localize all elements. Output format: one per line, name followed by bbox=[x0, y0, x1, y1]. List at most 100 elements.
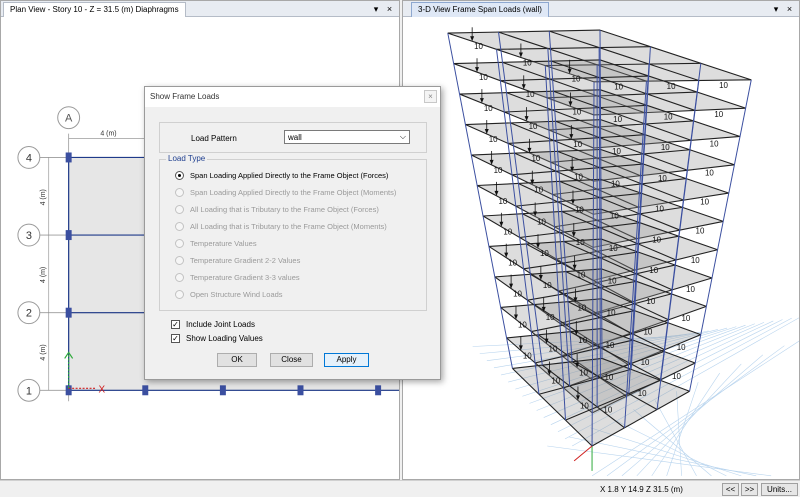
option-tributary-moments[interactable]: All Loading that is Tributary to the Fra… bbox=[175, 221, 387, 232]
option-label: Temperature Gradient 2-2 Values bbox=[190, 256, 301, 265]
dialog-titlebar[interactable]: Show Frame Loads × bbox=[145, 87, 440, 107]
load-value-label: 10 bbox=[652, 235, 661, 244]
load-value-label: 10 bbox=[508, 259, 517, 268]
joint[interactable] bbox=[65, 307, 72, 318]
load-type-group: Load Type Span Loading Applied Directly … bbox=[159, 154, 427, 311]
load-value-label: 10 bbox=[540, 249, 549, 258]
load-value-label: 10 bbox=[523, 58, 532, 67]
include-joint-loads-checkbox[interactable]: ✓ Include Joint Loads bbox=[171, 319, 255, 330]
plan-view-tab[interactable]: Plan View - Story 10 - Z = 31.5 (m) Diap… bbox=[3, 2, 186, 17]
tab-close-icon[interactable]: × bbox=[384, 2, 395, 16]
plan-view-tab-controls: ▾ × bbox=[370, 2, 395, 16]
load-pattern-group: Load Pattern wall ⌵ bbox=[159, 122, 427, 153]
previous-button[interactable]: << bbox=[722, 483, 739, 496]
grid-label-a: A bbox=[65, 113, 73, 125]
cursor-coordinates: X 1.8 Y 14.9 Z 31.5 (m) bbox=[600, 485, 683, 494]
next-button[interactable]: >> bbox=[741, 483, 758, 496]
load-value-label: 10 bbox=[658, 174, 667, 183]
ground-grid-line bbox=[547, 445, 772, 477]
radio-button[interactable] bbox=[175, 239, 184, 248]
load-value-label: 10 bbox=[646, 297, 655, 306]
option-span-forces[interactable]: Span Loading Applied Directly to the Fra… bbox=[175, 170, 388, 181]
load-value-label: 10 bbox=[576, 238, 585, 247]
load-value-label: 10 bbox=[667, 82, 676, 91]
tab-menu-icon[interactable]: ▾ bbox=[370, 2, 381, 16]
load-value-label: 10 bbox=[700, 198, 709, 207]
model-3d-drawing[interactable]: 10 10 10 10 10 10 10 10 10 10 10 10 10 10 10 10 10 10 10 10… bbox=[403, 17, 799, 480]
joint[interactable] bbox=[142, 385, 149, 396]
show-loading-values-checkbox[interactable]: ✓ Show Loading Values bbox=[171, 333, 263, 344]
load-value-label: 10 bbox=[580, 401, 589, 410]
load-value-label: 10 bbox=[546, 313, 555, 322]
load-pattern-select[interactable]: wall ⌵ bbox=[284, 130, 410, 144]
load-value-label: 10 bbox=[686, 285, 695, 294]
load-value-label: 10 bbox=[577, 271, 586, 280]
option-tributary-forces[interactable]: All Loading that is Tributary to the Fra… bbox=[175, 204, 379, 215]
units-button[interactable]: Units... bbox=[761, 483, 798, 496]
tab-menu-icon[interactable]: ▾ bbox=[770, 2, 781, 16]
ok-button[interactable]: OK bbox=[217, 353, 257, 367]
option-temp-gradient-22[interactable]: Temperature Gradient 2-2 Values bbox=[175, 255, 300, 266]
radio-button[interactable] bbox=[175, 171, 184, 180]
joint[interactable] bbox=[219, 385, 226, 396]
status-bar: X 1.8 Y 14.9 Z 31.5 (m) << >> Units... bbox=[0, 480, 800, 497]
load-value-label: 10 bbox=[644, 327, 653, 336]
load-value-label: 10 bbox=[608, 276, 617, 285]
load-value-label: 10 bbox=[609, 244, 618, 253]
load-value-label: 10 bbox=[572, 107, 581, 116]
load-value-label: 10 bbox=[664, 113, 673, 122]
load-value-label: 10 bbox=[579, 369, 588, 378]
ground-grid-line bbox=[611, 418, 727, 477]
load-value-label: 10 bbox=[534, 186, 543, 195]
radio-button[interactable] bbox=[175, 256, 184, 265]
option-span-moments[interactable]: Span Loading Applied Directly to the Fra… bbox=[175, 187, 396, 198]
view-3d-pane[interactable]: 3-D View Frame Span Loads (wall) ▾ × 10 1… bbox=[402, 0, 800, 480]
load-value-label: 10 bbox=[714, 110, 723, 119]
view-3d-tab-controls: ▾ × bbox=[770, 2, 795, 16]
load-value-label: 10 bbox=[513, 290, 522, 299]
load-value-label: 10 bbox=[543, 281, 552, 290]
load-value-label: 10 bbox=[575, 205, 584, 214]
checkmark-icon[interactable]: ✓ bbox=[171, 320, 180, 329]
close-button[interactable]: Close bbox=[270, 353, 313, 367]
dimension-horizontal: 4 (m) bbox=[100, 131, 116, 138]
load-value-label: 10 bbox=[529, 122, 538, 131]
dialog-close-icon[interactable]: × bbox=[424, 90, 437, 103]
load-value-label: 10 bbox=[489, 135, 498, 144]
load-value-label: 10 bbox=[549, 345, 558, 354]
load-value-label: 10 bbox=[603, 406, 612, 415]
radio-button[interactable] bbox=[175, 188, 184, 197]
apply-button[interactable]: Apply bbox=[324, 353, 369, 367]
option-temp-gradient-33[interactable]: Temperature Gradient 3-3 values bbox=[175, 272, 300, 283]
joint[interactable] bbox=[297, 385, 304, 396]
show-frame-loads-dialog: Show Frame Loads × Load Pattern wall ⌵ L… bbox=[144, 86, 441, 380]
radio-button[interactable] bbox=[175, 205, 184, 214]
building-frame bbox=[447, 29, 752, 471]
tab-close-icon[interactable]: × bbox=[784, 2, 795, 16]
load-value-label: 10 bbox=[604, 373, 613, 382]
joint[interactable] bbox=[375, 385, 382, 396]
checkmark-icon[interactable]: ✓ bbox=[171, 334, 180, 343]
radio-button[interactable] bbox=[175, 222, 184, 231]
option-wind-loads[interactable]: Open Structure Wind Loads bbox=[175, 289, 283, 300]
load-value-label: 10 bbox=[574, 173, 583, 182]
plan-view-tabbar: Plan View - Story 10 - Z = 31.5 (m) Diap… bbox=[1, 1, 399, 17]
option-temperature[interactable]: Temperature Values bbox=[175, 238, 257, 249]
view-3d-tab[interactable]: 3-D View Frame Span Loads (wall) bbox=[411, 2, 549, 17]
ground-grid-line bbox=[633, 409, 712, 477]
grid-label-3: 3 bbox=[26, 230, 32, 242]
load-value-label: 10 bbox=[537, 217, 546, 226]
dimension-vertical: 4 (m) bbox=[40, 344, 47, 360]
load-value-label: 10 bbox=[479, 73, 488, 82]
joint[interactable] bbox=[65, 152, 72, 163]
option-label: All Loading that is Tributary to the Fra… bbox=[190, 222, 387, 231]
load-value-label: 10 bbox=[613, 115, 622, 124]
load-value-label: 10 bbox=[607, 309, 616, 318]
radio-button[interactable] bbox=[175, 273, 184, 282]
load-value-label: 10 bbox=[494, 166, 503, 175]
dialog-title: Show Frame Loads bbox=[150, 92, 220, 101]
load-value-label: 10 bbox=[503, 228, 512, 237]
joint[interactable] bbox=[65, 230, 72, 241]
radio-button[interactable] bbox=[175, 290, 184, 299]
load-value-label: 10 bbox=[661, 143, 670, 152]
